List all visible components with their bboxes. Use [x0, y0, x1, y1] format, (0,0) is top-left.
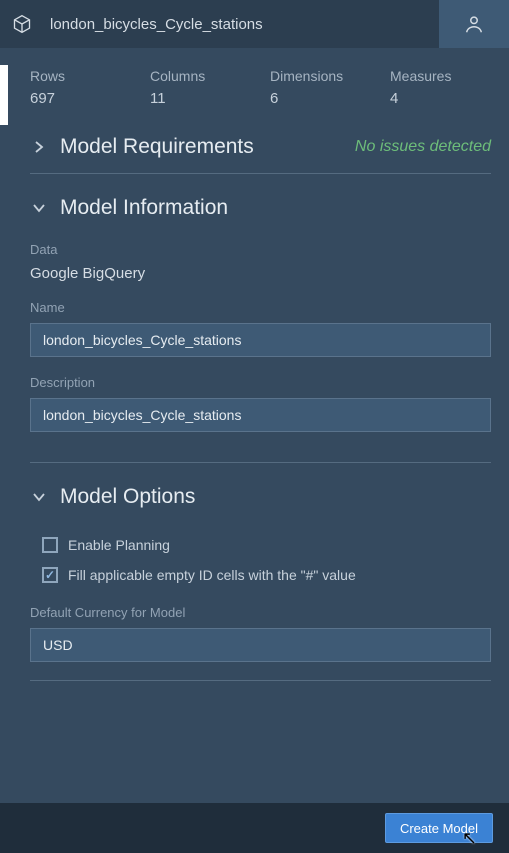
divider [30, 462, 491, 463]
stat-label: Rows [30, 68, 120, 84]
section-information[interactable]: Model Information [30, 196, 491, 220]
divider [30, 173, 491, 174]
divider [30, 680, 491, 681]
footer-bar: Create Model [0, 803, 509, 853]
checkbox-fill-empty[interactable]: Fill applicable empty ID cells with the … [30, 567, 491, 583]
field-data: Data Google BigQuery [30, 242, 491, 282]
chevron-down-icon [30, 492, 48, 502]
field-currency: Default Currency for Model [30, 605, 491, 662]
name-input[interactable] [30, 323, 491, 357]
checkbox-box[interactable] [42, 567, 58, 583]
section-requirements[interactable]: Model Requirements No issues detected [30, 135, 491, 159]
stats-row: Rows 697 Columns 11 Dimensions 6 Measure… [30, 68, 491, 107]
stat-label: Dimensions [270, 68, 360, 84]
checkbox-label: Enable Planning [68, 537, 170, 553]
field-name: Name [30, 300, 491, 357]
field-label: Description [30, 375, 491, 390]
checkbox-enable-planning[interactable]: Enable Planning [30, 537, 491, 553]
content-panel: Rows 697 Columns 11 Dimensions 6 Measure… [0, 48, 509, 723]
currency-input[interactable] [30, 628, 491, 662]
section-options[interactable]: Model Options [30, 485, 491, 509]
section-title: Model Options [60, 485, 195, 509]
field-value: Google BigQuery [30, 265, 491, 282]
stat-value: 11 [150, 90, 240, 107]
field-label: Data [30, 242, 491, 257]
stat-value: 6 [270, 90, 360, 107]
section-title: Model Requirements [60, 135, 254, 159]
side-tab-indicator [0, 65, 8, 125]
section-title: Model Information [60, 196, 228, 220]
header-bar: london_bicycles_Cycle_stations [0, 0, 509, 48]
stat-label: Measures [390, 68, 480, 84]
field-description: Description [30, 375, 491, 432]
stat-rows: Rows 697 [30, 68, 120, 107]
checkbox-box[interactable] [42, 537, 58, 553]
stat-label: Columns [150, 68, 240, 84]
stat-value: 4 [390, 90, 480, 107]
stat-dimensions: Dimensions 6 [270, 68, 360, 107]
create-model-button[interactable]: Create Model [385, 813, 493, 843]
page-title: london_bicycles_Cycle_stations [50, 16, 439, 33]
stat-columns: Columns 11 [150, 68, 240, 107]
chevron-right-icon [30, 141, 48, 153]
stat-value: 697 [30, 90, 120, 107]
field-label: Name [30, 300, 491, 315]
chevron-down-icon [30, 203, 48, 213]
status-badge: No issues detected [355, 138, 491, 156]
user-button[interactable] [439, 0, 509, 48]
description-input[interactable] [30, 398, 491, 432]
cube-icon [8, 10, 36, 38]
field-label: Default Currency for Model [30, 605, 491, 620]
stat-measures: Measures 4 [390, 68, 480, 107]
checkbox-label: Fill applicable empty ID cells with the … [68, 567, 356, 583]
